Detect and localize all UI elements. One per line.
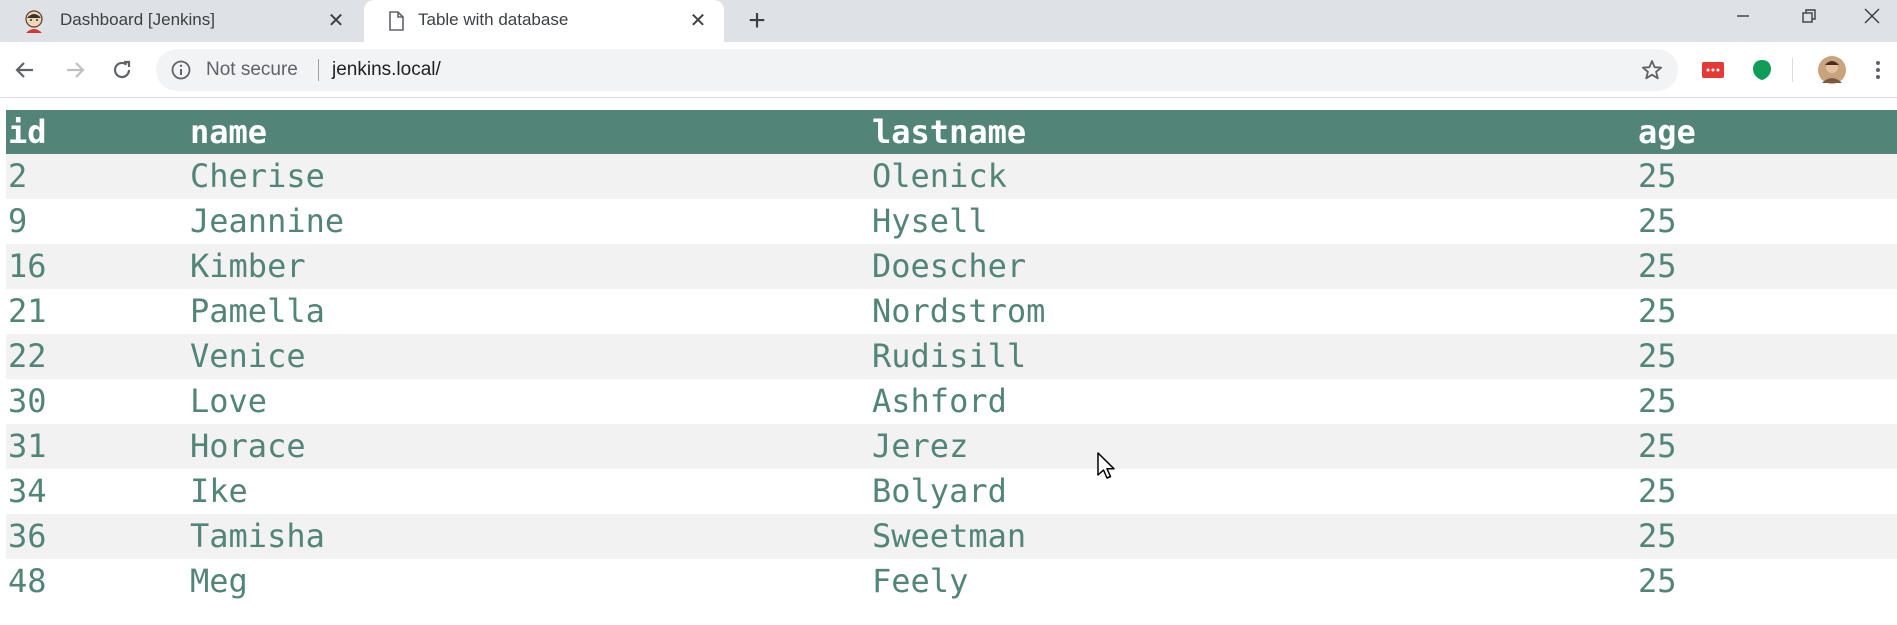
new-tab-button[interactable]: + xyxy=(740,4,774,38)
cell-name: Ike xyxy=(188,469,870,514)
close-tab-icon[interactable]: ✕ xyxy=(324,8,348,32)
cell-age: 25 xyxy=(1636,559,1897,604)
minimize-icon xyxy=(1737,15,1749,17)
address-bar[interactable]: Not secure jenkins.local/ xyxy=(156,49,1678,91)
table-row: 16 Kimber Doescher 25 xyxy=(6,244,1897,289)
cell-name: Jeannine xyxy=(188,199,870,244)
cell-id: 2 xyxy=(6,154,188,199)
table-row: 9 Jeannine Hysell 25 xyxy=(6,199,1897,244)
close-window-button[interactable] xyxy=(1847,0,1897,32)
forward-button[interactable] xyxy=(59,54,91,86)
arrow-right-icon xyxy=(67,62,85,78)
url-text[interactable]: jenkins.local/ xyxy=(332,59,441,81)
more-vert-icon xyxy=(1876,61,1880,79)
cell-name: Horace xyxy=(188,424,870,469)
table-row: 21 Pamella Nordstrom 25 xyxy=(6,289,1897,334)
table-row: 2 Cherise Olenick 25 xyxy=(6,154,1897,199)
table-row: 31 Horace Jerez 25 xyxy=(6,424,1897,469)
tab-table-with-database[interactable]: Table with database ✕ xyxy=(364,0,724,42)
table-row: 22 Venice Rudisill 25 xyxy=(6,334,1897,379)
tab-strip: Dashboard [Jenkins] ✕ Table with databas… xyxy=(0,0,1897,42)
column-header-id: id xyxy=(6,110,188,154)
reload-icon xyxy=(113,60,131,79)
omnibox-divider xyxy=(318,59,319,81)
close-tab-icon[interactable]: ✕ xyxy=(686,8,710,32)
cell-lastname: Olenick xyxy=(870,154,1636,199)
cell-id: 9 xyxy=(6,199,188,244)
cell-name: Pamella xyxy=(188,289,870,334)
arrow-left-icon xyxy=(15,62,33,78)
cell-id: 21 xyxy=(6,289,188,334)
close-icon xyxy=(1864,8,1880,24)
table-row: 36 Tamisha Sweetman 25 xyxy=(6,514,1897,559)
cell-id: 16 xyxy=(6,244,188,289)
cell-name: Venice xyxy=(188,334,870,379)
menu-button[interactable] xyxy=(1866,56,1890,84)
cell-lastname: Ashford xyxy=(870,379,1636,424)
cell-id: 48 xyxy=(6,559,188,604)
restore-icon xyxy=(1802,9,1816,23)
cell-name: Love xyxy=(188,379,870,424)
page-content: id name lastname age 2 Cherise Olenick 2… xyxy=(6,110,1897,604)
back-button[interactable] xyxy=(9,54,41,86)
table-row: 34 Ike Bolyard 25 xyxy=(6,469,1897,514)
tab-title: Table with database xyxy=(418,10,569,29)
browser-toolbar: Not secure jenkins.local/ xyxy=(0,42,1897,98)
table-row: 48 Meg Feely 25 xyxy=(6,559,1897,604)
column-header-lastname: lastname xyxy=(870,110,1636,154)
cell-lastname: Sweetman xyxy=(870,514,1636,559)
info-icon[interactable] xyxy=(170,59,192,81)
tab-dashboard-jenkins[interactable]: Dashboard [Jenkins] ✕ xyxy=(0,0,362,42)
cell-id: 31 xyxy=(6,424,188,469)
cell-name: Kimber xyxy=(188,244,870,289)
cell-age: 25 xyxy=(1636,289,1897,334)
cell-name: Cherise xyxy=(188,154,870,199)
cell-name: Tamisha xyxy=(188,514,870,559)
cell-age: 25 xyxy=(1636,514,1897,559)
document-icon xyxy=(389,11,404,31)
extension-leaf-icon[interactable] xyxy=(1750,58,1774,82)
cell-id: 30 xyxy=(6,379,188,424)
cell-lastname: Jerez xyxy=(870,424,1636,469)
minimize-button[interactable] xyxy=(1715,0,1771,32)
cell-lastname: Nordstrom xyxy=(870,289,1636,334)
cell-lastname: Doescher xyxy=(870,244,1636,289)
password-manager-extension-icon[interactable] xyxy=(1701,58,1725,82)
cell-age: 25 xyxy=(1636,469,1897,514)
cell-age: 25 xyxy=(1636,154,1897,199)
reload-button[interactable] xyxy=(106,54,138,86)
cell-lastname: Feely xyxy=(870,559,1636,604)
cell-age: 25 xyxy=(1636,199,1897,244)
cell-lastname: Hysell xyxy=(870,199,1636,244)
tab-title: Dashboard [Jenkins] xyxy=(60,10,215,29)
table-row: 30 Love Ashford 25 xyxy=(6,379,1897,424)
cell-lastname: Bolyard xyxy=(870,469,1636,514)
toolbar-divider xyxy=(1792,58,1793,82)
cell-lastname: Rudisill xyxy=(870,334,1636,379)
cell-id: 36 xyxy=(6,514,188,559)
cell-id: 34 xyxy=(6,469,188,514)
cell-name: Meg xyxy=(188,559,870,604)
cell-age: 25 xyxy=(1636,424,1897,469)
table-header-row: id name lastname age xyxy=(6,110,1897,154)
database-table: id name lastname age 2 Cherise Olenick 2… xyxy=(6,110,1897,604)
cell-age: 25 xyxy=(1636,334,1897,379)
restore-button[interactable] xyxy=(1781,0,1837,32)
star-icon[interactable] xyxy=(1640,58,1664,82)
security-status[interactable]: Not secure xyxy=(206,59,298,81)
cell-age: 25 xyxy=(1636,244,1897,289)
jenkins-icon xyxy=(25,10,43,33)
cell-id: 22 xyxy=(6,334,188,379)
avatar[interactable] xyxy=(1818,56,1846,84)
column-header-age: age xyxy=(1636,110,1897,154)
column-header-name: name xyxy=(188,110,870,154)
cell-age: 25 xyxy=(1636,379,1897,424)
